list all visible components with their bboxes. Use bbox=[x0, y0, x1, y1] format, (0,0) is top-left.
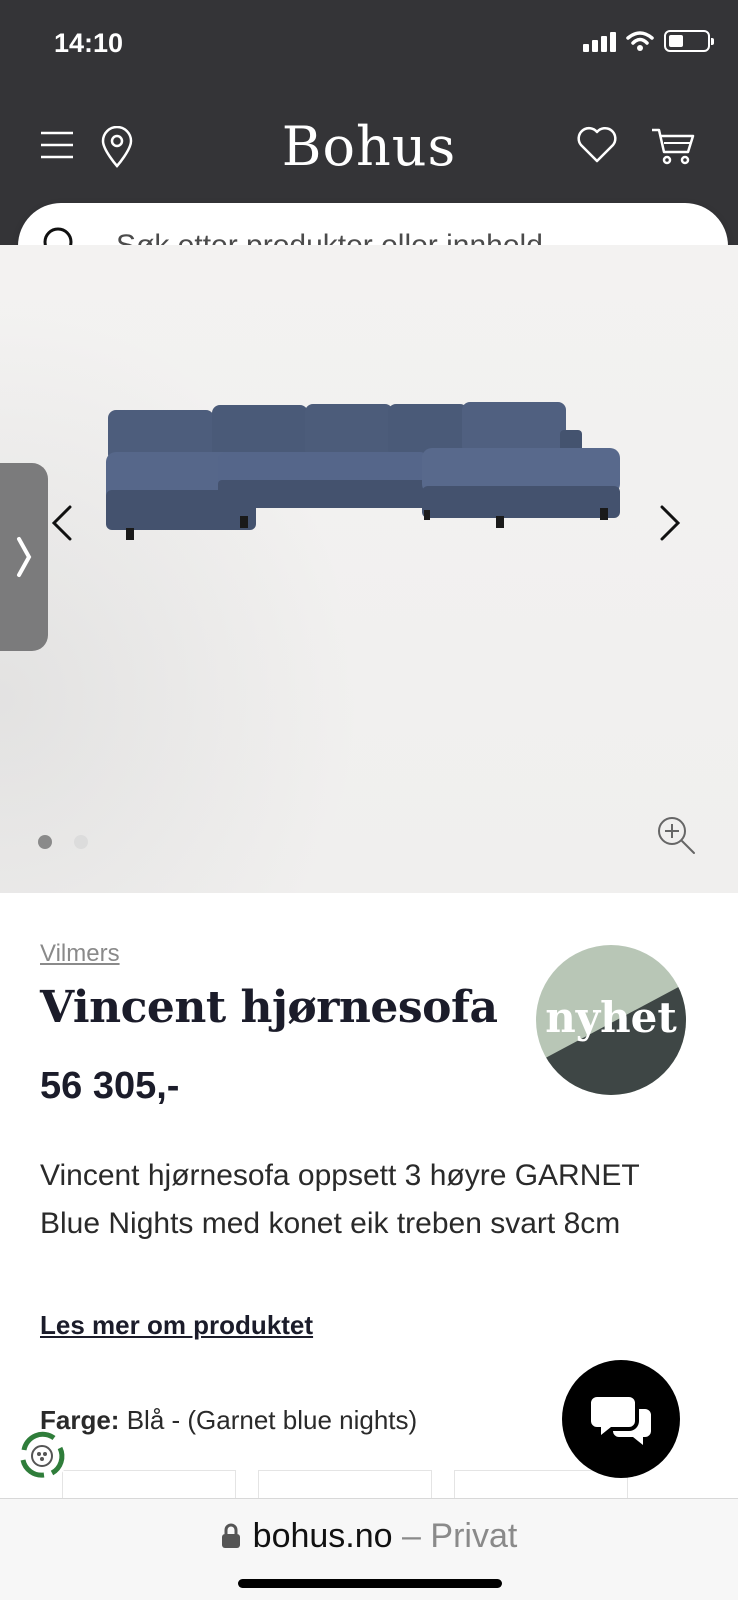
location-pin-icon[interactable] bbox=[100, 126, 134, 168]
wifi-icon bbox=[626, 31, 654, 51]
gallery-pagination bbox=[38, 835, 88, 849]
cart-icon[interactable] bbox=[650, 126, 696, 166]
browsing-mode: Privat bbox=[430, 1517, 518, 1555]
chat-button[interactable] bbox=[562, 1360, 680, 1478]
chat-bubbles-icon bbox=[591, 1397, 651, 1445]
home-indicator[interactable] bbox=[238, 1579, 502, 1588]
zoom-in-icon[interactable] bbox=[656, 815, 696, 855]
color-selector-label: Farge: Blå - (Garnet blue nights) bbox=[40, 1405, 417, 1436]
browser-address-bar[interactable]: bohus.no – Privat bbox=[0, 1498, 738, 1600]
gallery-dot-1[interactable] bbox=[38, 835, 52, 849]
status-icons bbox=[583, 30, 714, 52]
url-display[interactable]: bohus.no – Privat bbox=[0, 1517, 738, 1556]
color-value: Blå - (Garnet blue nights) bbox=[126, 1405, 418, 1435]
product-title: Vincent hjørnesofa bbox=[40, 982, 498, 1033]
new-badge: nyhet bbox=[536, 945, 686, 1095]
status-time: 14:10 bbox=[54, 28, 124, 58]
product-price: 56 305,- bbox=[40, 1065, 180, 1107]
url-separator: – bbox=[392, 1517, 431, 1555]
side-panel-tab[interactable] bbox=[0, 463, 48, 651]
read-more-link[interactable]: Les mer om produktet bbox=[40, 1310, 313, 1341]
battery-icon bbox=[664, 30, 714, 52]
sustainability-icon[interactable] bbox=[14, 1428, 70, 1484]
product-description: Vincent hjørnesofa oppsett 3 høyre GARNE… bbox=[40, 1159, 640, 1240]
gallery-next-arrow-icon[interactable] bbox=[656, 503, 684, 543]
lock-icon bbox=[221, 1523, 240, 1548]
chevron-right-icon bbox=[17, 537, 32, 577]
gallery-dot-2[interactable] bbox=[74, 835, 88, 849]
cellular-signal-icon bbox=[583, 30, 616, 52]
product-image-gallery[interactable] bbox=[0, 245, 738, 893]
gallery-prev-arrow-icon[interactable] bbox=[48, 503, 76, 543]
product-image-sofa bbox=[106, 402, 620, 540]
menu-icon[interactable] bbox=[40, 130, 74, 160]
new-badge-label: nyhet bbox=[545, 993, 677, 1042]
product-brand-link[interactable]: Vilmers bbox=[40, 940, 120, 968]
wishlist-heart-icon[interactable] bbox=[576, 126, 618, 164]
url-domain: bohus.no bbox=[252, 1517, 393, 1555]
